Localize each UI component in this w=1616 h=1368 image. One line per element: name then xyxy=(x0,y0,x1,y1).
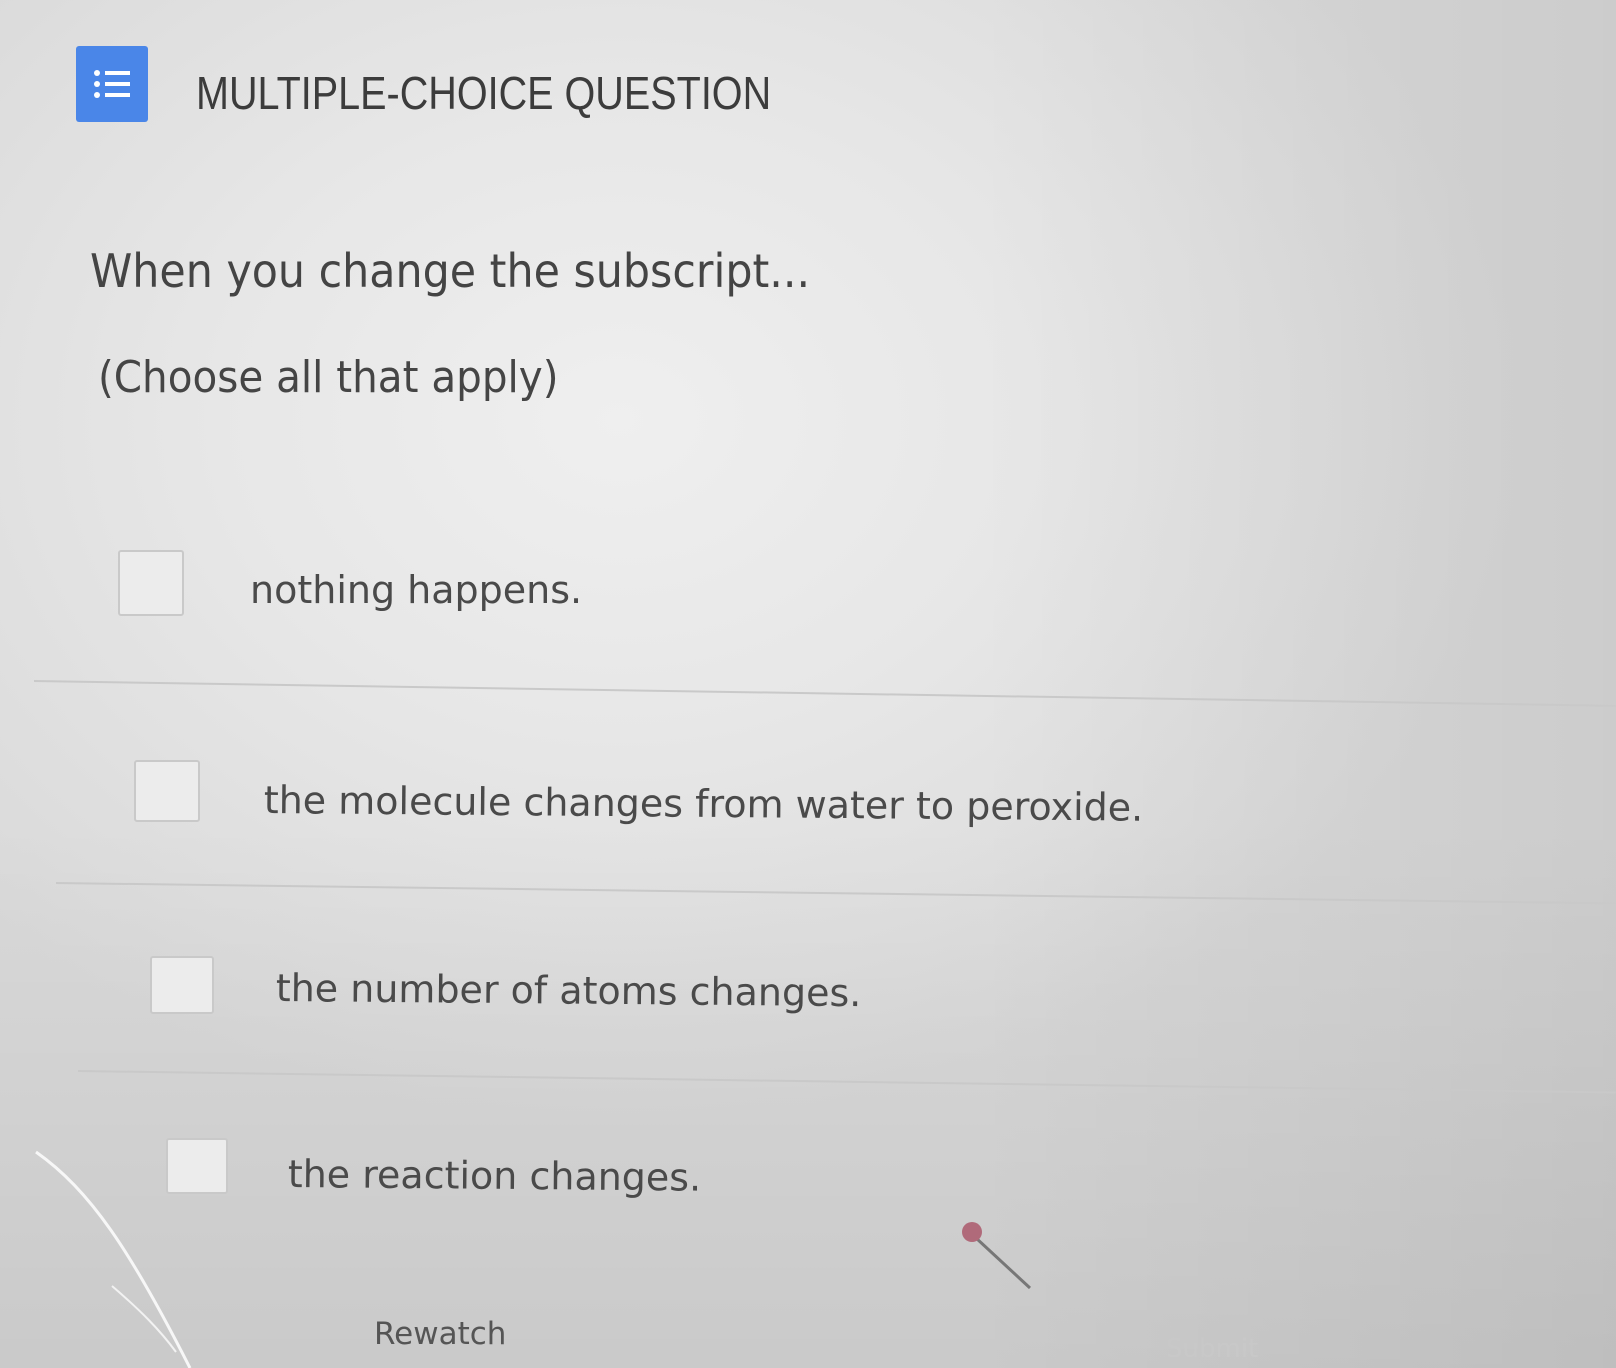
option-divider xyxy=(33,680,1616,707)
question-instruction: (Choose all that apply) xyxy=(98,352,559,403)
answer-label[interactable]: the molecule changes from water to perox… xyxy=(264,778,1144,830)
answer-label[interactable]: the number of atoms changes. xyxy=(276,966,862,1015)
option-divider xyxy=(55,882,1616,905)
rewatch-button[interactable]: Rewatch xyxy=(374,1316,506,1352)
answer-checkbox[interactable] xyxy=(166,1138,228,1194)
answer-label[interactable]: nothing happens. xyxy=(250,568,582,612)
list-icon xyxy=(76,46,148,122)
option-divider xyxy=(77,1070,1616,1094)
answer-checkbox[interactable] xyxy=(134,760,200,822)
question-type-title: MULTIPLE-CHOICE QUESTION xyxy=(196,67,772,119)
submit-button[interactable]: Submit xyxy=(1166,1334,1258,1364)
answer-checkbox[interactable] xyxy=(150,956,214,1014)
answer-checkbox[interactable] xyxy=(118,550,184,616)
question-text: When you change the subscript... xyxy=(90,244,811,298)
answer-label[interactable]: the reaction changes. xyxy=(288,1152,702,1200)
